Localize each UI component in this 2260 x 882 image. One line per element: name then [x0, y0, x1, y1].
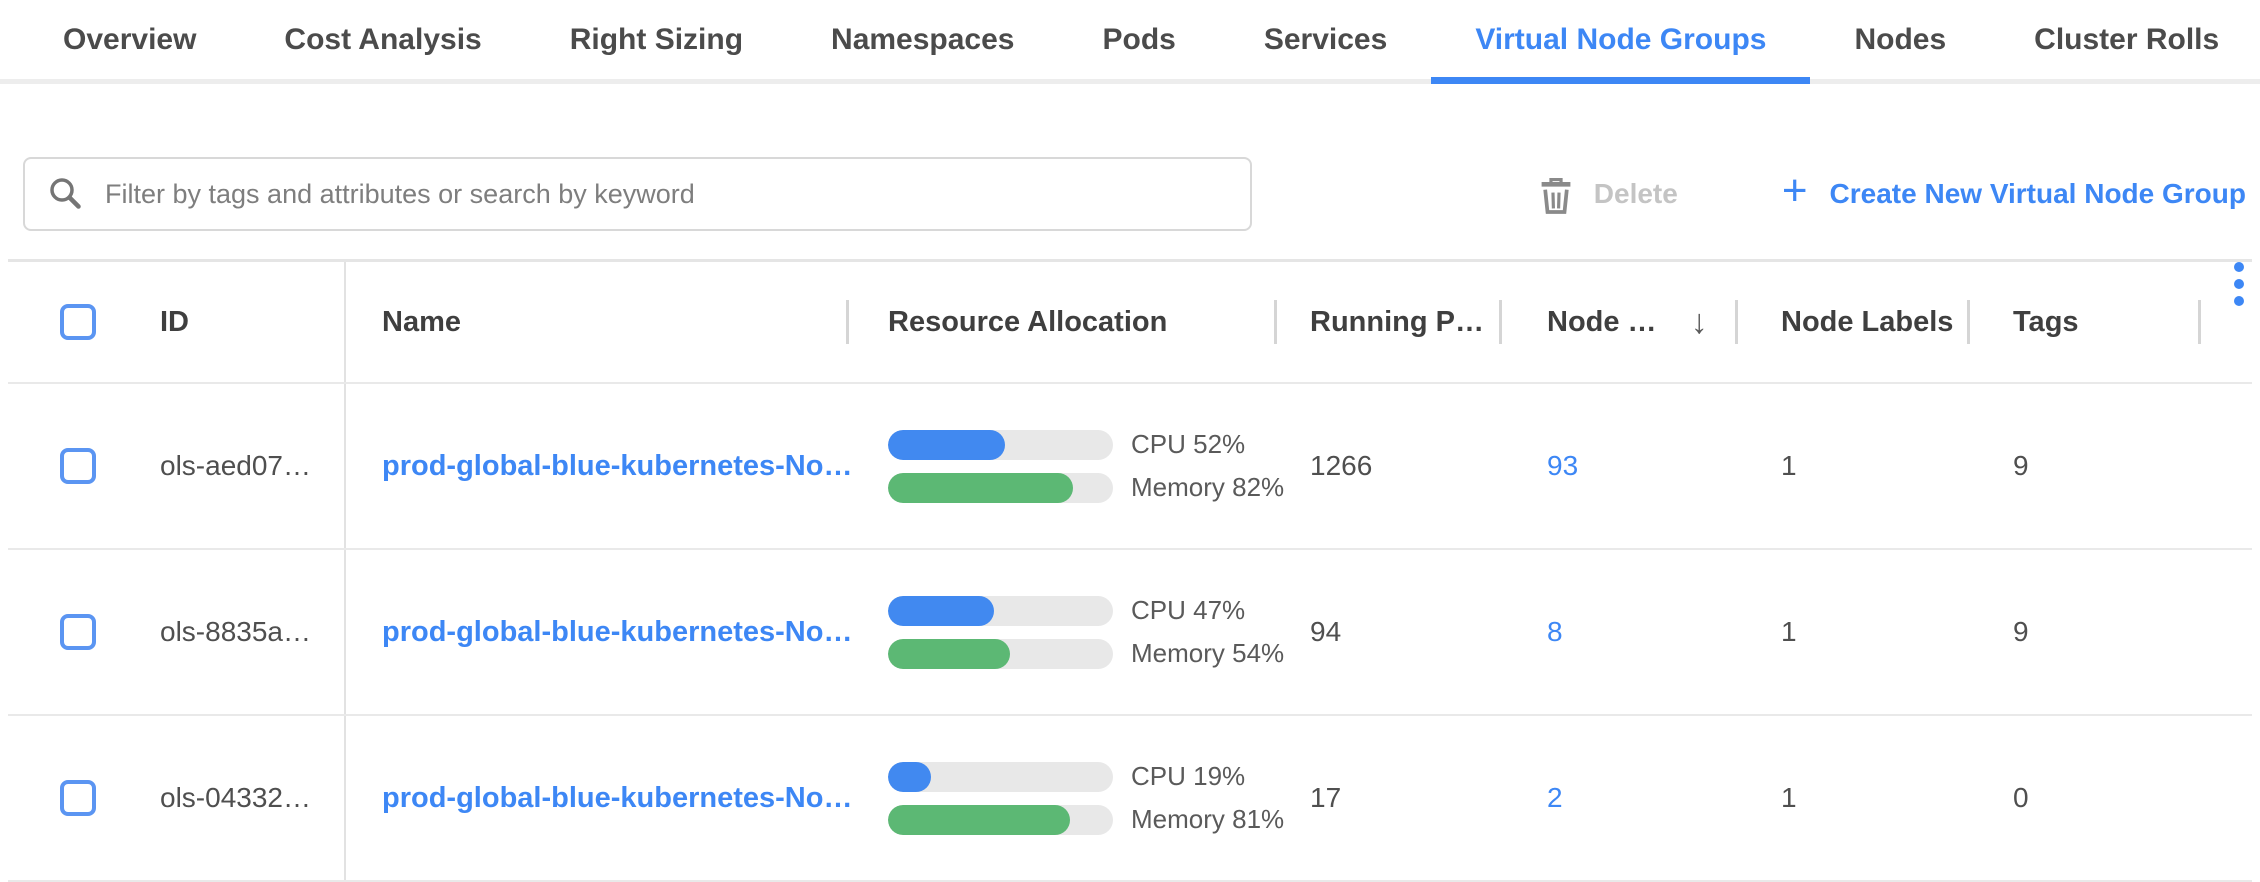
sort-descending-icon[interactable]: ↓ [1691, 303, 1708, 342]
toolbar: Delete + Create New Virtual Node Group [23, 157, 2246, 231]
memory-bar-line: Memory 81% [888, 804, 1274, 835]
tab-bar: Overview Cost Analysis Right Sizing Name… [0, 0, 2260, 84]
header-id-cell: ID [8, 262, 346, 382]
tab-cost-analysis[interactable]: Cost Analysis [240, 0, 525, 79]
memory-label: Memory 81% [1131, 804, 1284, 835]
create-virtual-node-group-button[interactable]: + Create New Virtual Node Group [1782, 172, 2246, 216]
cpu-bar-line: CPU 19% [888, 761, 1274, 792]
cpu-label: CPU 19% [1131, 761, 1245, 792]
resource-allocation-cell: CPU 19% Memory 81% [846, 761, 1274, 835]
node-labels-value: 1 [1735, 450, 1967, 482]
name-cell: prod-global-blue-kubernetes-No… [346, 450, 846, 483]
vng-name-link[interactable]: prod-global-blue-kubernetes-No… [382, 450, 852, 482]
cpu-bar [888, 430, 1113, 460]
header-nodes-cell[interactable]: Node … ↓ [1499, 262, 1735, 382]
id-cell: ols-aed07… [8, 384, 346, 548]
cpu-bar-line: CPU 52% [888, 429, 1274, 460]
running-pods-value: 1266 [1274, 450, 1499, 482]
tab-namespaces[interactable]: Namespaces [787, 0, 1058, 79]
node-labels-value: 1 [1735, 616, 1967, 648]
plus-icon: + [1782, 169, 1808, 213]
table-row: ols-04332… prod-global-blue-kubernetes-N… [8, 716, 2252, 882]
memory-bar-fill [888, 805, 1070, 835]
header-node-labels-cell[interactable]: Node Labels [1735, 262, 1967, 382]
memory-label: Memory 82% [1131, 472, 1284, 503]
cpu-label: CPU 52% [1131, 429, 1245, 460]
cpu-bar [888, 596, 1113, 626]
memory-bar-fill [888, 639, 1010, 669]
running-pods-value: 94 [1274, 616, 1499, 648]
cpu-bar-fill [888, 762, 931, 792]
header-resource-allocation-cell[interactable]: Resource Allocation [846, 262, 1274, 382]
tab-virtual-node-groups[interactable]: Virtual Node Groups [1431, 0, 1810, 79]
row-checkbox[interactable] [60, 614, 96, 650]
header-running-pods-cell[interactable]: Running P… [1274, 262, 1499, 382]
header-name-cell[interactable]: Name [346, 262, 846, 382]
vng-name-link[interactable]: prod-global-blue-kubernetes-No… [382, 782, 852, 814]
vng-name-link[interactable]: prod-global-blue-kubernetes-No… [382, 616, 852, 648]
column-settings-button[interactable] [2198, 262, 2252, 382]
memory-label: Memory 54% [1131, 638, 1284, 669]
virtual-node-groups-table: ID Name Resource Allocation Running P… N… [8, 259, 2252, 882]
memory-bar-line: Memory 82% [888, 472, 1274, 503]
table-row: ols-aed07… prod-global-blue-kubernetes-N… [8, 384, 2252, 550]
filter-search-box[interactable] [23, 157, 1252, 231]
memory-bar [888, 639, 1113, 669]
tags-value: 0 [1967, 782, 2198, 814]
memory-bar [888, 805, 1113, 835]
tab-services[interactable]: Services [1220, 0, 1431, 79]
header-id-label: ID [160, 306, 189, 339]
resource-allocation-cell: CPU 47% Memory 54% [846, 595, 1274, 669]
row-checkbox[interactable] [60, 780, 96, 816]
id-cell: ols-8835a… [8, 550, 346, 714]
node-labels-value: 1 [1735, 782, 1967, 814]
tab-pods[interactable]: Pods [1059, 0, 1220, 79]
cpu-label: CPU 47% [1131, 595, 1245, 626]
name-cell: prod-global-blue-kubernetes-No… [346, 616, 846, 649]
trash-icon [1538, 173, 1574, 215]
memory-bar [888, 473, 1113, 503]
delete-button-label: Delete [1594, 178, 1678, 210]
tab-overview[interactable]: Overview [19, 0, 240, 79]
cpu-bar-line: CPU 47% [888, 595, 1274, 626]
nodes-count-link[interactable]: 2 [1547, 782, 1563, 814]
id-cell: ols-04332… [8, 716, 346, 880]
tab-cluster-rolls[interactable]: Cluster Rolls [1990, 0, 2260, 79]
memory-bar-line: Memory 54% [888, 638, 1274, 669]
tab-nodes[interactable]: Nodes [1810, 0, 1990, 79]
cpu-bar [888, 762, 1113, 792]
row-checkbox[interactable] [60, 448, 96, 484]
header-tags-cell[interactable]: Tags [1967, 262, 2198, 382]
table-header-row: ID Name Resource Allocation Running P… N… [8, 262, 2252, 384]
nodes-count-link[interactable]: 8 [1547, 616, 1563, 648]
search-icon [47, 175, 85, 213]
create-button-label: Create New Virtual Node Group [1830, 178, 2246, 210]
ellipsis-dot [2234, 262, 2244, 272]
header-nodes-label: Node … [1547, 306, 1657, 339]
row-id-value: ols-04332… [160, 782, 311, 814]
cpu-bar-fill [888, 430, 1005, 460]
tags-value: 9 [1967, 450, 2198, 482]
row-id-value: ols-aed07… [160, 450, 311, 482]
nodes-count-link[interactable]: 93 [1547, 450, 1578, 482]
delete-button[interactable]: Delete [1538, 173, 1678, 215]
tab-right-sizing[interactable]: Right Sizing [526, 0, 787, 79]
nodes-cell: 2 [1499, 782, 1735, 814]
tags-value: 9 [1967, 616, 2198, 648]
ellipsis-dot [2234, 279, 2244, 289]
row-id-value: ols-8835a… [160, 616, 311, 648]
nodes-cell: 8 [1499, 616, 1735, 648]
name-cell: prod-global-blue-kubernetes-No… [346, 782, 846, 815]
ellipsis-dot [2234, 296, 2244, 306]
nodes-cell: 93 [1499, 450, 1735, 482]
cpu-bar-fill [888, 596, 994, 626]
resource-allocation-cell: CPU 52% Memory 82% [846, 429, 1274, 503]
select-all-checkbox[interactable] [60, 304, 96, 340]
running-pods-value: 17 [1274, 782, 1499, 814]
memory-bar-fill [888, 473, 1073, 503]
table-row: ols-8835a… prod-global-blue-kubernetes-N… [8, 550, 2252, 716]
filter-search-input[interactable] [103, 178, 1228, 211]
